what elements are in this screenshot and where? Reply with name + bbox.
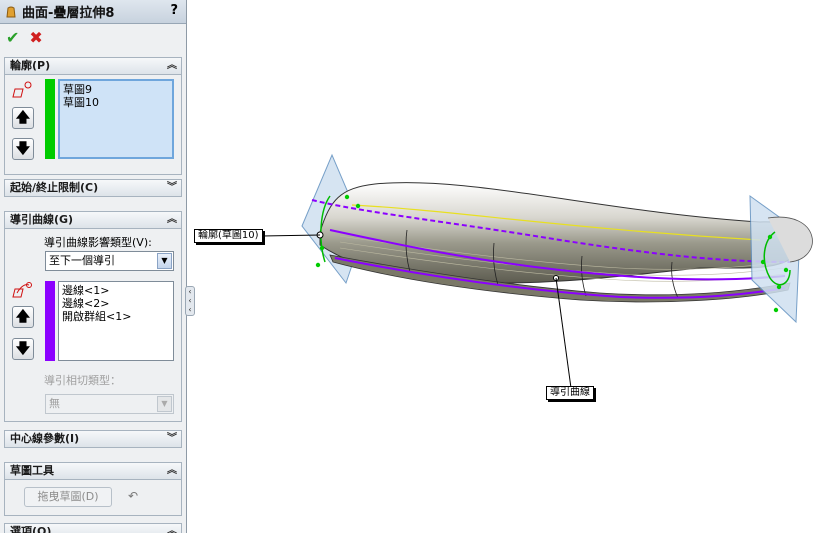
guide-color-bar xyxy=(45,281,55,361)
expand-chevron-icon[interactable]: ︾ xyxy=(167,431,177,447)
property-manager-panel: 曲面-疊層拉伸8 ? ✔ ✖ 輪廓(P) ︽ 🡅 🡇 草圖9 草圖10 起始/終… xyxy=(0,0,187,533)
list-item[interactable]: 邊線<2> xyxy=(62,297,170,310)
section-title: 草圖工具 xyxy=(10,464,54,477)
list-item[interactable]: 邊線<1> xyxy=(62,284,170,297)
collapse-chevron-icon[interactable]: ︽ xyxy=(167,58,177,74)
guides-body: 導引曲線影響類型(V): 至下一個導引 ▼ 🡅 🡇 邊線<1> 邊線<2> 開啟… xyxy=(4,229,182,422)
profile-selection-icon xyxy=(12,81,32,98)
section-title: 中心線參數(I) xyxy=(10,432,80,445)
help-button[interactable]: ? xyxy=(170,3,178,18)
list-item[interactable]: 開啟群組<1> xyxy=(62,310,170,323)
move-down-arrow-icon[interactable]: 🡇 xyxy=(12,138,34,160)
feature-title: 曲面-疊層拉伸8 xyxy=(22,6,115,21)
loft-surface-icon xyxy=(6,6,16,17)
move-up-arrow-icon[interactable]: 🡅 xyxy=(12,107,34,129)
collapse-chevron-icon[interactable]: ︽ xyxy=(167,463,177,479)
section-header-guides[interactable]: 導引曲線(G) ︽ xyxy=(4,211,182,229)
section-header-centerline[interactable]: 中心線參數(I) ︾ xyxy=(4,430,182,448)
influence-type-label: 導引曲線影響類型(V): xyxy=(44,236,152,249)
dropdown-value: 無 xyxy=(49,397,60,410)
collapse-chevron-icon[interactable]: ︽ xyxy=(167,212,177,228)
callout-guide-curves[interactable]: 導引曲線 xyxy=(546,386,594,400)
action-bar: ✔ ✖ xyxy=(0,24,186,50)
title-bar: 曲面-疊層拉伸8 ? xyxy=(0,0,186,24)
profiles-listbox[interactable]: 草圖9 草圖10 xyxy=(58,79,174,159)
influence-type-dropdown[interactable]: 至下一個導引 ▼ xyxy=(45,251,174,271)
cancel-x-icon[interactable]: ✖ xyxy=(29,28,42,47)
section-title: 選項(O) xyxy=(10,525,52,533)
section-header-constraints[interactable]: 起始/終止限制(C) ︾ xyxy=(4,179,182,197)
guide-selection-icon xyxy=(12,282,32,298)
tangency-type-dropdown[interactable]: 無 ▼ xyxy=(45,394,174,414)
undo-icon[interactable]: ↶ xyxy=(128,489,138,503)
section-title: 輪廓(P) xyxy=(10,59,51,72)
section-title: 起始/終止限制(C) xyxy=(10,181,99,194)
chevron-down-icon[interactable]: ▼ xyxy=(157,253,172,269)
move-up-arrow-icon[interactable]: 🡅 xyxy=(12,306,34,328)
dropdown-value: 至下一個導引 xyxy=(49,254,115,267)
guides-listbox[interactable]: 邊線<1> 邊線<2> 開啟群組<1> xyxy=(58,281,174,361)
section-header-profiles[interactable]: 輪廓(P) ︽ xyxy=(4,57,182,75)
ok-checkmark-icon[interactable]: ✔ xyxy=(6,28,19,47)
section-header-options[interactable]: 選項(O) ︽ xyxy=(4,523,182,533)
drag-sketch-button[interactable]: 拖曳草圖(D) xyxy=(24,487,112,507)
tangency-type-label: 導引相切類型： xyxy=(44,374,121,387)
section-header-sketch-tools[interactable]: 草圖工具 ︽ xyxy=(4,462,182,480)
list-item[interactable]: 草圖10 xyxy=(63,96,169,109)
callout-profile-sketch10[interactable]: 輪廓(草圖10) xyxy=(194,229,263,243)
section-title: 導引曲線(G) xyxy=(10,213,74,226)
chevron-down-icon[interactable]: ▼ xyxy=(157,396,172,412)
expand-chevron-icon[interactable]: ︾ xyxy=(167,180,177,196)
graphics-viewport[interactable] xyxy=(194,0,840,533)
list-item[interactable]: 草圖9 xyxy=(63,83,169,96)
move-down-arrow-icon[interactable]: 🡇 xyxy=(12,338,34,360)
collapse-chevron-icon[interactable]: ︽ xyxy=(167,524,177,533)
profile-color-bar xyxy=(45,79,55,159)
profiles-body: 🡅 🡇 草圖9 草圖10 xyxy=(4,75,182,175)
